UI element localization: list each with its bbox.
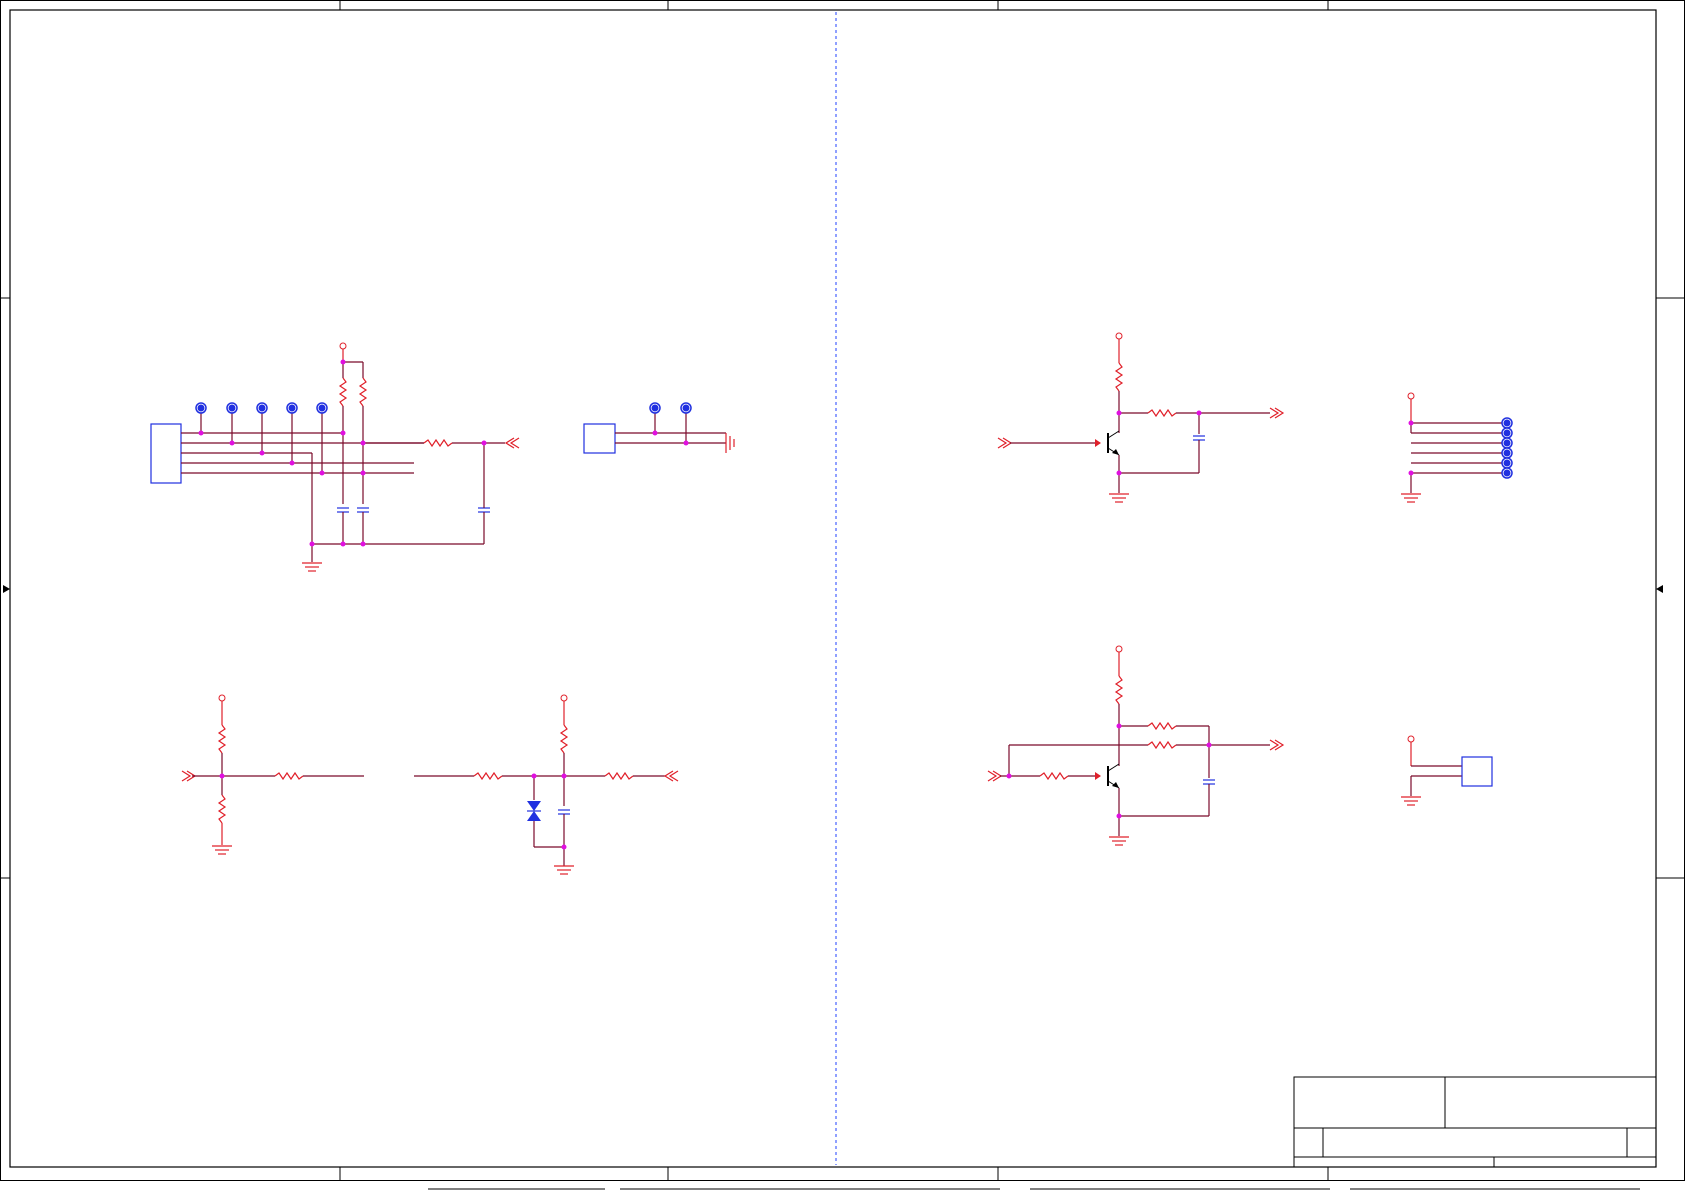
single-connector <box>1401 735 1493 806</box>
sheet-frame <box>0 0 1685 1181</box>
jumper-block <box>583 402 735 454</box>
title-block <box>1293 1076 1657 1168</box>
transistor-stage-lower <box>987 645 1285 846</box>
header-pins <box>1401 392 1513 503</box>
transistor-stage-upper <box>997 332 1285 503</box>
connector-block <box>150 342 520 572</box>
divider-esd <box>414 694 679 875</box>
divider-left <box>181 694 364 855</box>
schematic-sheet <box>0 0 1685 1190</box>
